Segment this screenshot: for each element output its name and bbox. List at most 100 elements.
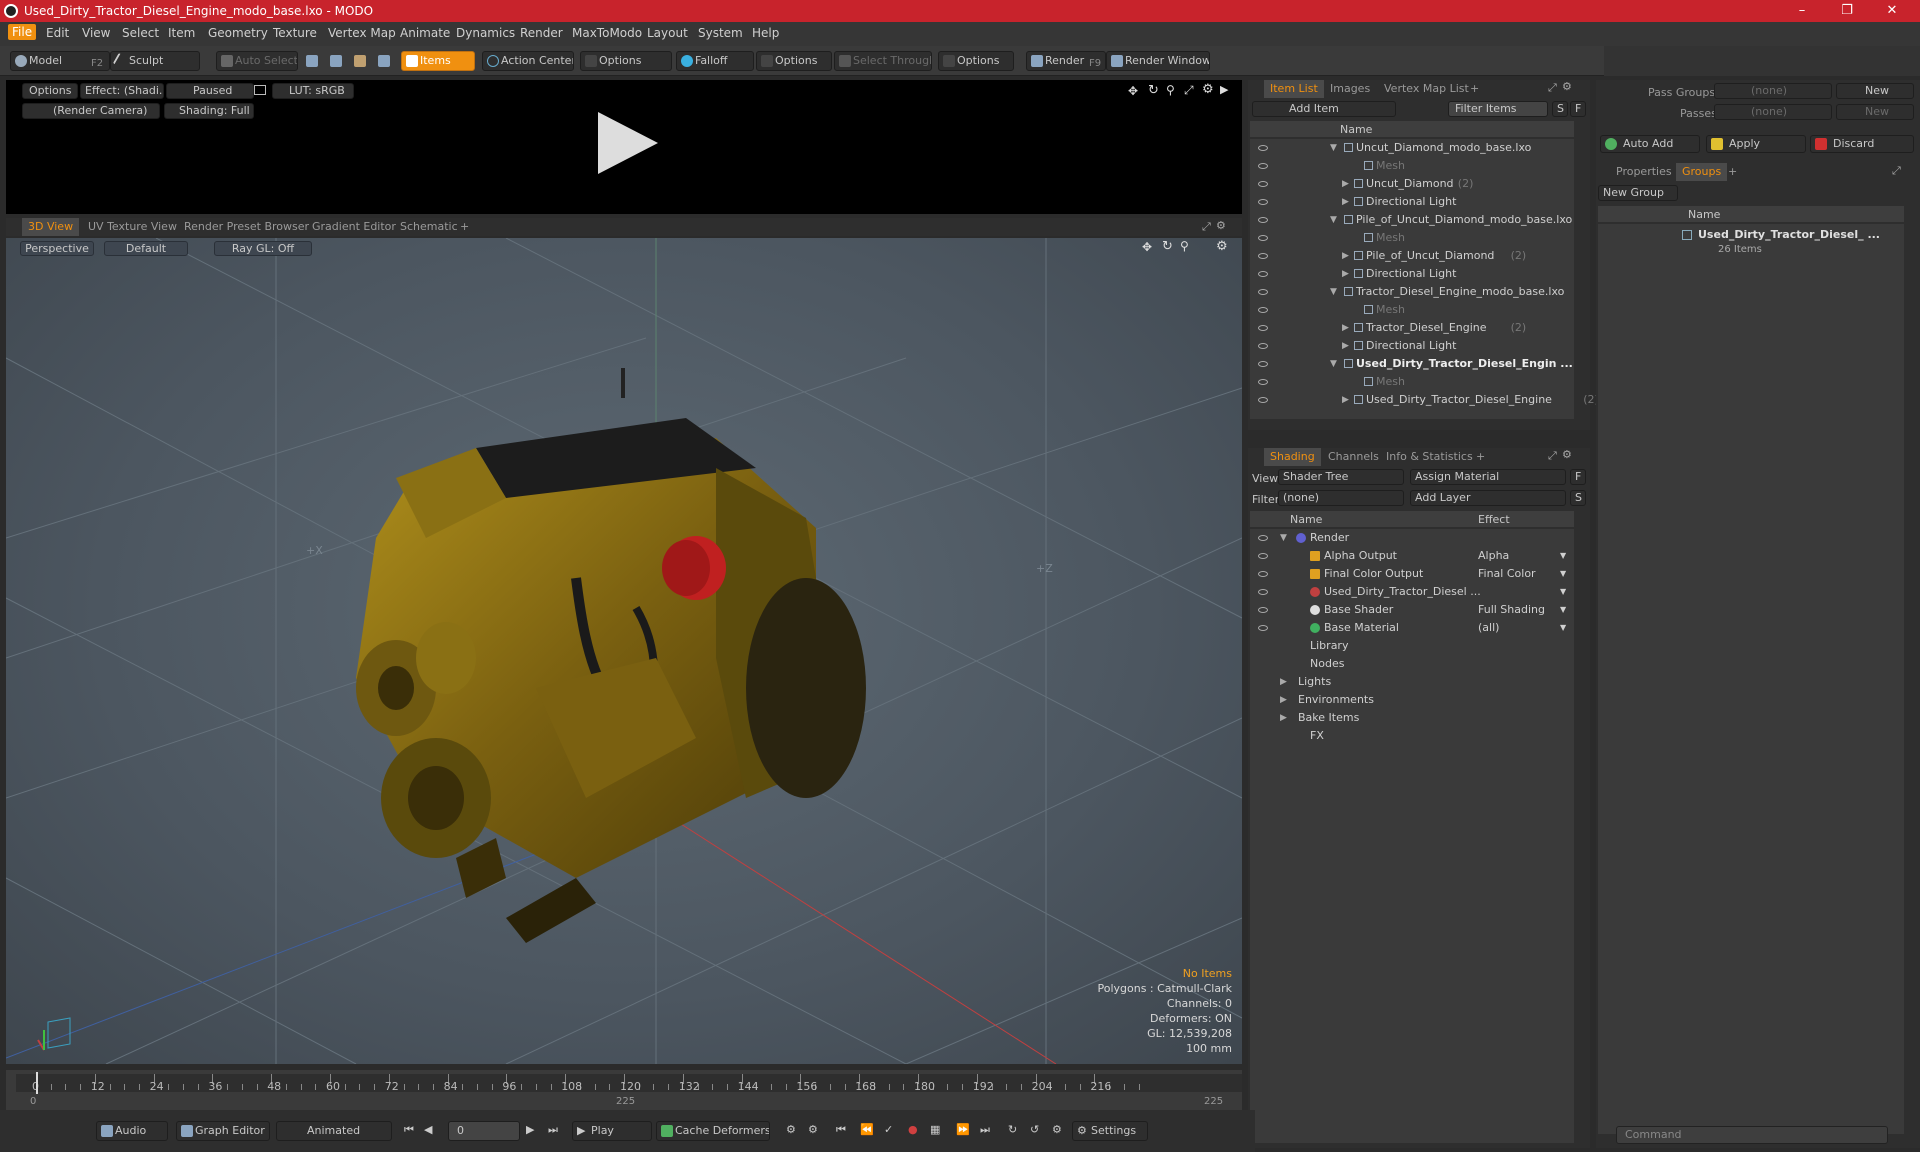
expand-arrow-icon[interactable]: ▶ xyxy=(1342,175,1349,193)
shader-row[interactable]: FX xyxy=(1250,727,1574,745)
3d-viewport[interactable]: Perspective Default Ray GL: Off ✥ ↻ ⚲ ⚙ … xyxy=(6,238,1242,1064)
shader-row[interactable]: Used_Dirty_Tractor_Diesel ... ▼ xyxy=(1250,583,1574,601)
eye-icon[interactable] xyxy=(1258,199,1268,205)
expand-arrow-icon[interactable]: ▼ xyxy=(1280,529,1287,547)
item-list-row[interactable]: ▼ Uncut_Diamond_modo_base.lxo xyxy=(1250,139,1574,157)
shader-row[interactable]: Base Material (all) ▼ xyxy=(1250,619,1574,637)
close-button[interactable]: ✕ xyxy=(1872,2,1912,20)
menu-texture[interactable]: Texture xyxy=(273,26,317,40)
new-pass-group-button[interactable]: New xyxy=(1836,83,1914,99)
filter-dropdown[interactable]: (none) xyxy=(1278,490,1404,506)
eye-icon[interactable] xyxy=(1258,289,1268,295)
item-list-row[interactable]: Mesh xyxy=(1250,373,1574,391)
preview-effect-dropdown[interactable]: Effect: (Shadi... xyxy=(80,83,164,99)
zoom-icon[interactable]: ⚲ xyxy=(1180,239,1189,253)
item-list-row[interactable]: ▶ Directional Light xyxy=(1250,193,1574,211)
eye-icon[interactable] xyxy=(1258,271,1268,277)
engine-model[interactable] xyxy=(336,358,946,948)
render-window-button[interactable]: Render Window xyxy=(1106,51,1210,71)
item-list-row[interactable]: ▶ Directional Light xyxy=(1250,337,1574,355)
preview-options-button[interactable]: Options xyxy=(22,83,78,99)
render-camera-dropdown[interactable]: (Render Camera) xyxy=(22,103,160,119)
key-delete-icon[interactable]: ▦ xyxy=(930,1123,940,1136)
expand-arrow-icon[interactable]: ▼ xyxy=(1330,211,1337,229)
move-icon[interactable]: ✥ xyxy=(1128,84,1138,98)
new-group-button[interactable]: New Group xyxy=(1598,185,1678,201)
rotate-icon[interactable]: ↻ xyxy=(1148,83,1159,98)
action-center-button[interactable]: Action Center xyxy=(482,51,574,71)
arrow-right-icon[interactable]: ▶ xyxy=(1220,83,1228,96)
render-button[interactable]: Render F9 xyxy=(1026,51,1106,71)
items-button[interactable]: Items xyxy=(401,51,475,71)
zoom-icon[interactable]: ⚲ xyxy=(1166,83,1175,97)
eye-icon[interactable] xyxy=(1258,307,1268,313)
default-dropdown[interactable]: Default xyxy=(104,241,188,256)
preview-paused-button[interactable]: Paused xyxy=(166,83,254,99)
next-key-icon[interactable]: ⏩ xyxy=(956,1123,970,1136)
tab-info-statistics[interactable]: Info & Statistics xyxy=(1380,448,1479,466)
menu-help[interactable]: Help xyxy=(752,26,779,40)
item-list-row[interactable]: ▼ Tractor_Diesel_Engine_modo_base.lxo xyxy=(1250,283,1574,301)
loop-icon[interactable]: ↻ xyxy=(1008,1123,1017,1136)
item-list-row[interactable]: ▶ Pile_of_Uncut_Diamond (2) xyxy=(1250,247,1574,265)
filter-s-button[interactable]: S xyxy=(1552,101,1568,117)
apply-button[interactable]: Apply xyxy=(1706,135,1806,153)
auto-key-icon[interactable]: ⚙ xyxy=(808,1123,818,1136)
key-set-icon[interactable]: ✓ xyxy=(884,1123,893,1136)
shader-row[interactable]: Library xyxy=(1250,637,1574,655)
rotate-icon[interactable]: ↻ xyxy=(1162,239,1173,254)
shader-row[interactable]: ▶ Environments xyxy=(1250,691,1574,709)
add-tab-button[interactable]: + xyxy=(1470,448,1491,466)
cache-deformers-button[interactable]: Cache Deformers xyxy=(656,1121,770,1141)
dropdown-arrow-icon[interactable]: ▼ xyxy=(1560,619,1566,637)
item-list-row[interactable]: ▼ Used_Dirty_Tractor_Diesel_Engin ... xyxy=(1250,355,1574,373)
tab-render-preset-browser[interactable]: Render Preset Browser xyxy=(178,218,315,236)
auto-select-button[interactable]: Auto Select xyxy=(216,51,298,71)
options-icon[interactable]: ⚙ xyxy=(1052,1123,1062,1136)
audio-button[interactable]: Audio xyxy=(96,1121,168,1141)
shader-row[interactable]: ▶ Lights xyxy=(1250,673,1574,691)
gear-icon[interactable]: ⚙ xyxy=(1562,80,1572,93)
expand-arrow-icon[interactable]: ▶ xyxy=(1280,673,1287,691)
gear-icon[interactable]: ⚙ xyxy=(1562,448,1572,461)
f-button[interactable]: F xyxy=(1570,469,1586,485)
menu-animate[interactable]: Animate xyxy=(400,26,450,40)
tab-images[interactable]: Images xyxy=(1324,80,1376,98)
frame-input[interactable]: 0 xyxy=(448,1121,520,1141)
menu-select[interactable]: Select xyxy=(122,26,159,40)
item-list-row[interactable]: ▶ Directional Light xyxy=(1250,265,1574,283)
tab-shading[interactable]: Shading xyxy=(1264,448,1321,466)
effect-dropdown[interactable]: Alpha xyxy=(1478,547,1509,565)
menu-render[interactable]: Render xyxy=(520,26,563,40)
play-icon[interactable] xyxy=(592,108,662,178)
tab-gradient-editor[interactable]: Gradient Editor xyxy=(306,218,402,236)
expand-arrow-icon[interactable]: ▼ xyxy=(1330,355,1337,373)
eye-icon[interactable] xyxy=(1258,217,1268,223)
eye-icon[interactable] xyxy=(1258,625,1268,631)
expand-icon[interactable]: ⤢ xyxy=(1548,449,1557,463)
item-list-row[interactable]: Mesh xyxy=(1250,301,1574,319)
refresh-icon[interactable]: ↺ xyxy=(1030,1123,1039,1136)
expand-arrow-icon[interactable]: ▶ xyxy=(1342,319,1349,337)
menu-layout[interactable]: Layout xyxy=(647,26,688,40)
expand-arrow-icon[interactable]: ▶ xyxy=(1342,247,1349,265)
item-list-row[interactable]: ▶ Tractor_Diesel_Engine (2) xyxy=(1250,319,1574,337)
menu-system[interactable]: System xyxy=(698,26,743,40)
lut-dropdown[interactable]: LUT: sRGB xyxy=(272,83,354,99)
settings-button[interactable]: ⚙ Settings xyxy=(1072,1121,1148,1141)
tab-3d-view[interactable]: 3D View xyxy=(22,218,80,236)
effect-dropdown[interactable]: Full Shading xyxy=(1478,601,1545,619)
eye-icon[interactable] xyxy=(1258,571,1268,577)
eye-icon[interactable] xyxy=(1258,145,1268,151)
filter-f-button[interactable]: F xyxy=(1570,101,1586,117)
expand-arrow-icon[interactable]: ▼ xyxy=(1330,283,1337,301)
shader-row[interactable]: Alpha Output Alpha ▼ xyxy=(1250,547,1574,565)
shader-tree-dropdown[interactable]: Shader Tree xyxy=(1278,469,1404,485)
shader-row[interactable]: Final Color Output Final Color ▼ xyxy=(1250,565,1574,583)
expand-arrow-icon[interactable]: ▶ xyxy=(1342,193,1349,211)
tab-channels[interactable]: Channels xyxy=(1322,448,1385,466)
eye-icon[interactable] xyxy=(1258,607,1268,613)
tab-item-list[interactable]: Item List xyxy=(1264,80,1324,98)
shader-row[interactable]: Nodes xyxy=(1250,655,1574,673)
tab-properties[interactable]: Properties xyxy=(1610,163,1678,181)
